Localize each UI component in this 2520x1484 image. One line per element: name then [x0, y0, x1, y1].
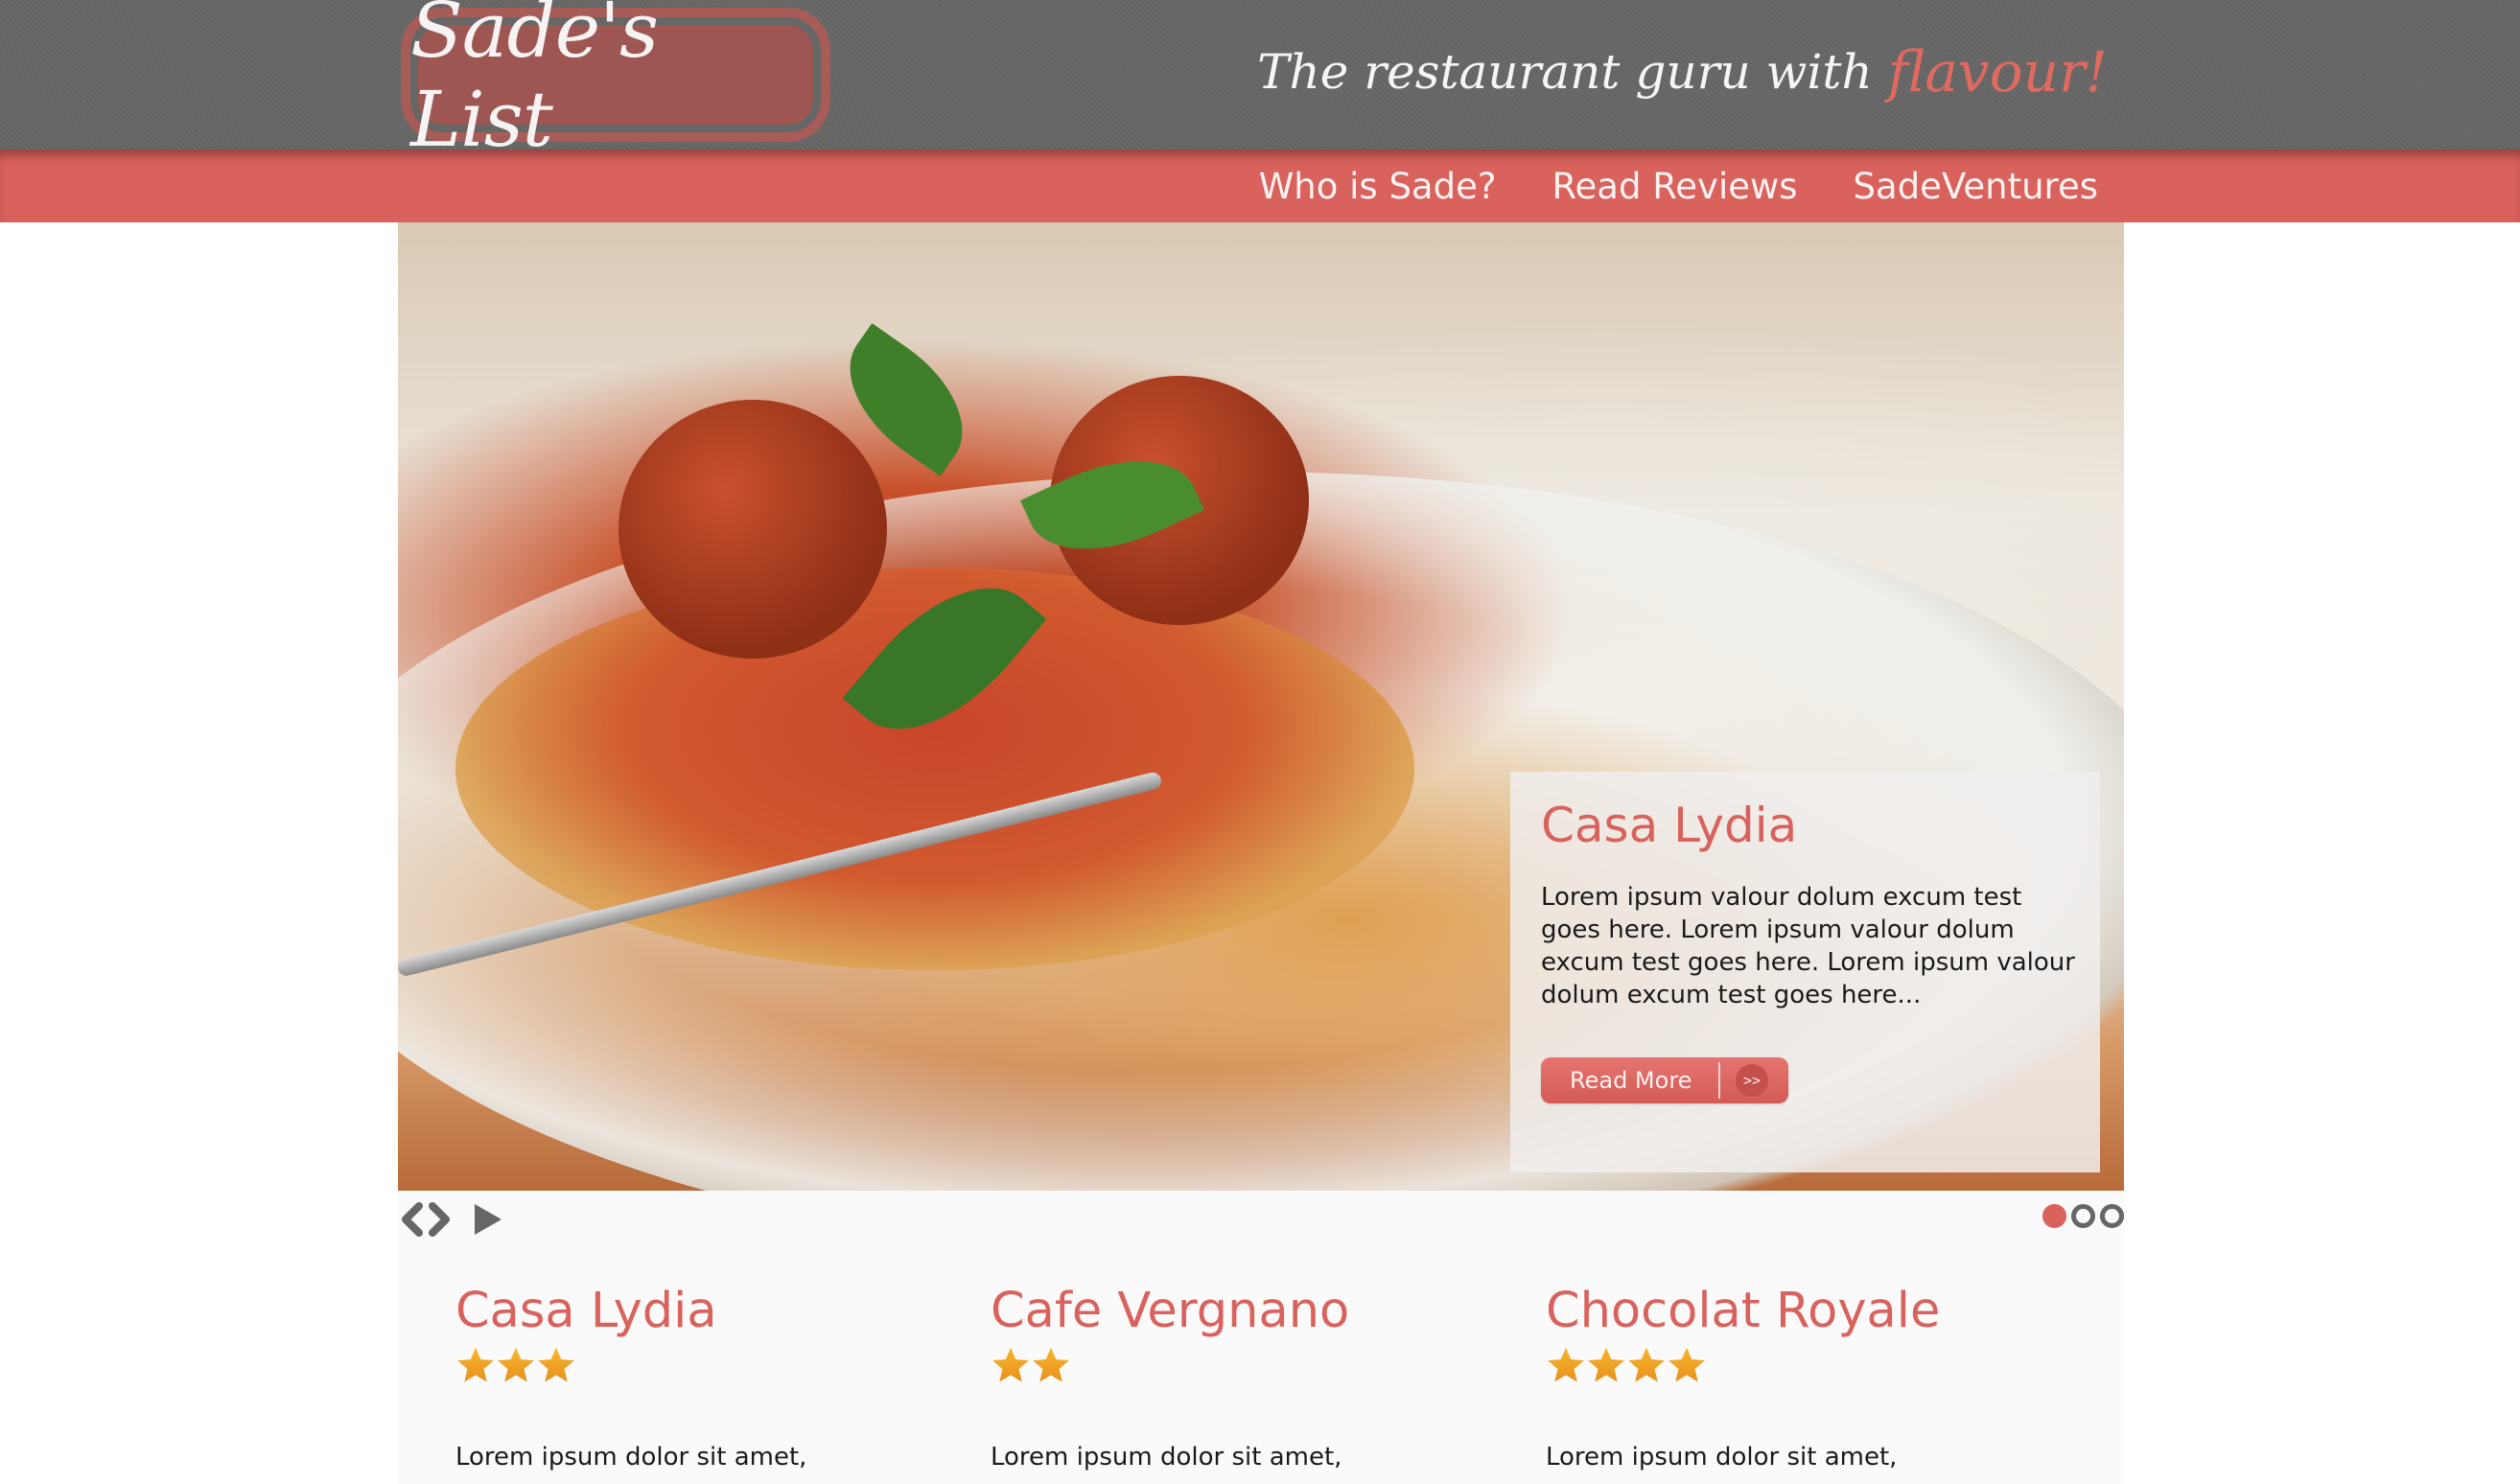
star-rating: [991, 1345, 1349, 1387]
restaurant-name[interactable]: Cafe Vergnano: [991, 1287, 1349, 1335]
hero-slider: Casa Lydia Lorem ipsum valour dolum excu…: [398, 222, 2124, 1191]
nav-item-read-reviews[interactable]: Read Reviews: [1552, 166, 1798, 207]
button-divider: [1718, 1062, 1720, 1099]
nav-item-sadeventures[interactable]: SadeVentures: [1854, 166, 2098, 207]
chevron-left-icon: [402, 1202, 423, 1237]
pagination-dot-3[interactable]: [2100, 1204, 2124, 1228]
star-rating: [455, 1345, 806, 1387]
slider-controls: [398, 1191, 2124, 1246]
site-logo[interactable]: Sade's List: [401, 0, 830, 164]
read-more-label: Read More: [1570, 1067, 1692, 1094]
main-nav: Who is Sade? Read Reviews SadeVentures: [0, 150, 2520, 222]
meatball-shape: [618, 400, 887, 659]
restaurant-name[interactable]: Chocolat Royale: [1546, 1287, 1940, 1335]
slide-title: Casa Lydia: [1541, 798, 1798, 853]
logo-text: Sade's List: [401, 0, 830, 164]
content-container: Casa Lydia Lorem ipsum valour dolum excu…: [398, 222, 2124, 1484]
star-icon: [1628, 1347, 1665, 1382]
star-icon: [1033, 1347, 1069, 1382]
restaurant-card: Chocolat Royale Lorem ipsum dolor sit am…: [1546, 1246, 1940, 1472]
play-slideshow-button[interactable]: [473, 1202, 503, 1237]
site-header: Sade's List The restaurant guru with fla…: [0, 0, 2520, 164]
pagination-dot-2[interactable]: [2071, 1204, 2095, 1228]
star-icon: [992, 1347, 1029, 1382]
star-icon: [1668, 1347, 1705, 1382]
pagination-dot-1[interactable]: [2042, 1204, 2066, 1228]
nav-item-who-is-sade[interactable]: Who is Sade?: [1259, 166, 1497, 207]
restaurant-card: Casa Lydia Lorem ipsum dolor sit amet,: [455, 1246, 806, 1472]
double-chevron-right-icon: >>: [1736, 1064, 1768, 1097]
next-slide-button[interactable]: [427, 1202, 454, 1237]
star-icon: [1548, 1347, 1584, 1382]
play-icon: [475, 1204, 502, 1235]
tagline-text: The restaurant guru with: [1257, 44, 1873, 100]
slide-description: Lorem ipsum valour dolum excum test goes…: [1541, 883, 2075, 1009]
star-icon: [1588, 1347, 1624, 1382]
star-icon: [538, 1347, 574, 1382]
restaurant-excerpt: Lorem ipsum dolor sit amet,: [1546, 1443, 1898, 1472]
read-more-button[interactable]: Read More >>: [1541, 1057, 1788, 1103]
slider-pagination: [2042, 1204, 2124, 1228]
prev-slide-button[interactable]: [398, 1202, 425, 1237]
tagline-accent: flavour!: [1887, 39, 2108, 104]
restaurant-name[interactable]: Casa Lydia: [455, 1287, 806, 1335]
chevron-right-icon: [429, 1202, 450, 1237]
star-rating: [1546, 1345, 1940, 1387]
star-icon: [457, 1347, 494, 1382]
slide-caption: Casa Lydia Lorem ipsum valour dolum excu…: [1510, 772, 2100, 1172]
restaurant-excerpt: Lorem ipsum dolor sit amet,: [455, 1443, 807, 1472]
restaurant-excerpt: Lorem ipsum dolor sit amet,: [991, 1443, 1342, 1472]
tagline: The restaurant guru with flavour!: [1257, 29, 2108, 115]
restaurant-card: Cafe Vergnano Lorem ipsum dolor sit amet…: [991, 1246, 1349, 1472]
star-icon: [498, 1347, 534, 1382]
